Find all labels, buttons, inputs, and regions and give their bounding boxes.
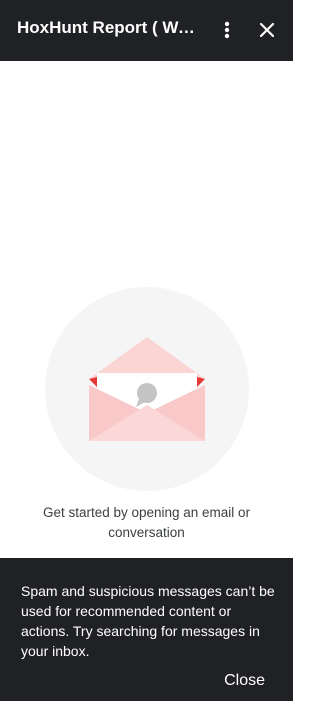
- panel-title: HoxHunt Report ( Wa…: [17, 18, 202, 37]
- close-icon: [259, 22, 275, 38]
- snackbar-message: Spam and suspicious messages can’t be us…: [21, 583, 275, 659]
- empty-state-message: Get started by opening an email or conve…: [42, 505, 251, 540]
- addon-panel: HoxHunt Report ( Wa… Get started by open…: [0, 0, 293, 701]
- panel-header: HoxHunt Report ( Wa…: [0, 0, 293, 61]
- open-envelope-chat-icon: [45, 287, 249, 491]
- empty-state-illustration: [45, 287, 249, 491]
- more-vert-icon: [224, 21, 230, 39]
- snackbar-close-button[interactable]: Close: [224, 671, 265, 691]
- more-options-button[interactable]: [211, 14, 243, 46]
- close-panel-button[interactable]: [251, 14, 283, 46]
- snackbar: Spam and suspicious messages can’t be us…: [0, 558, 293, 701]
